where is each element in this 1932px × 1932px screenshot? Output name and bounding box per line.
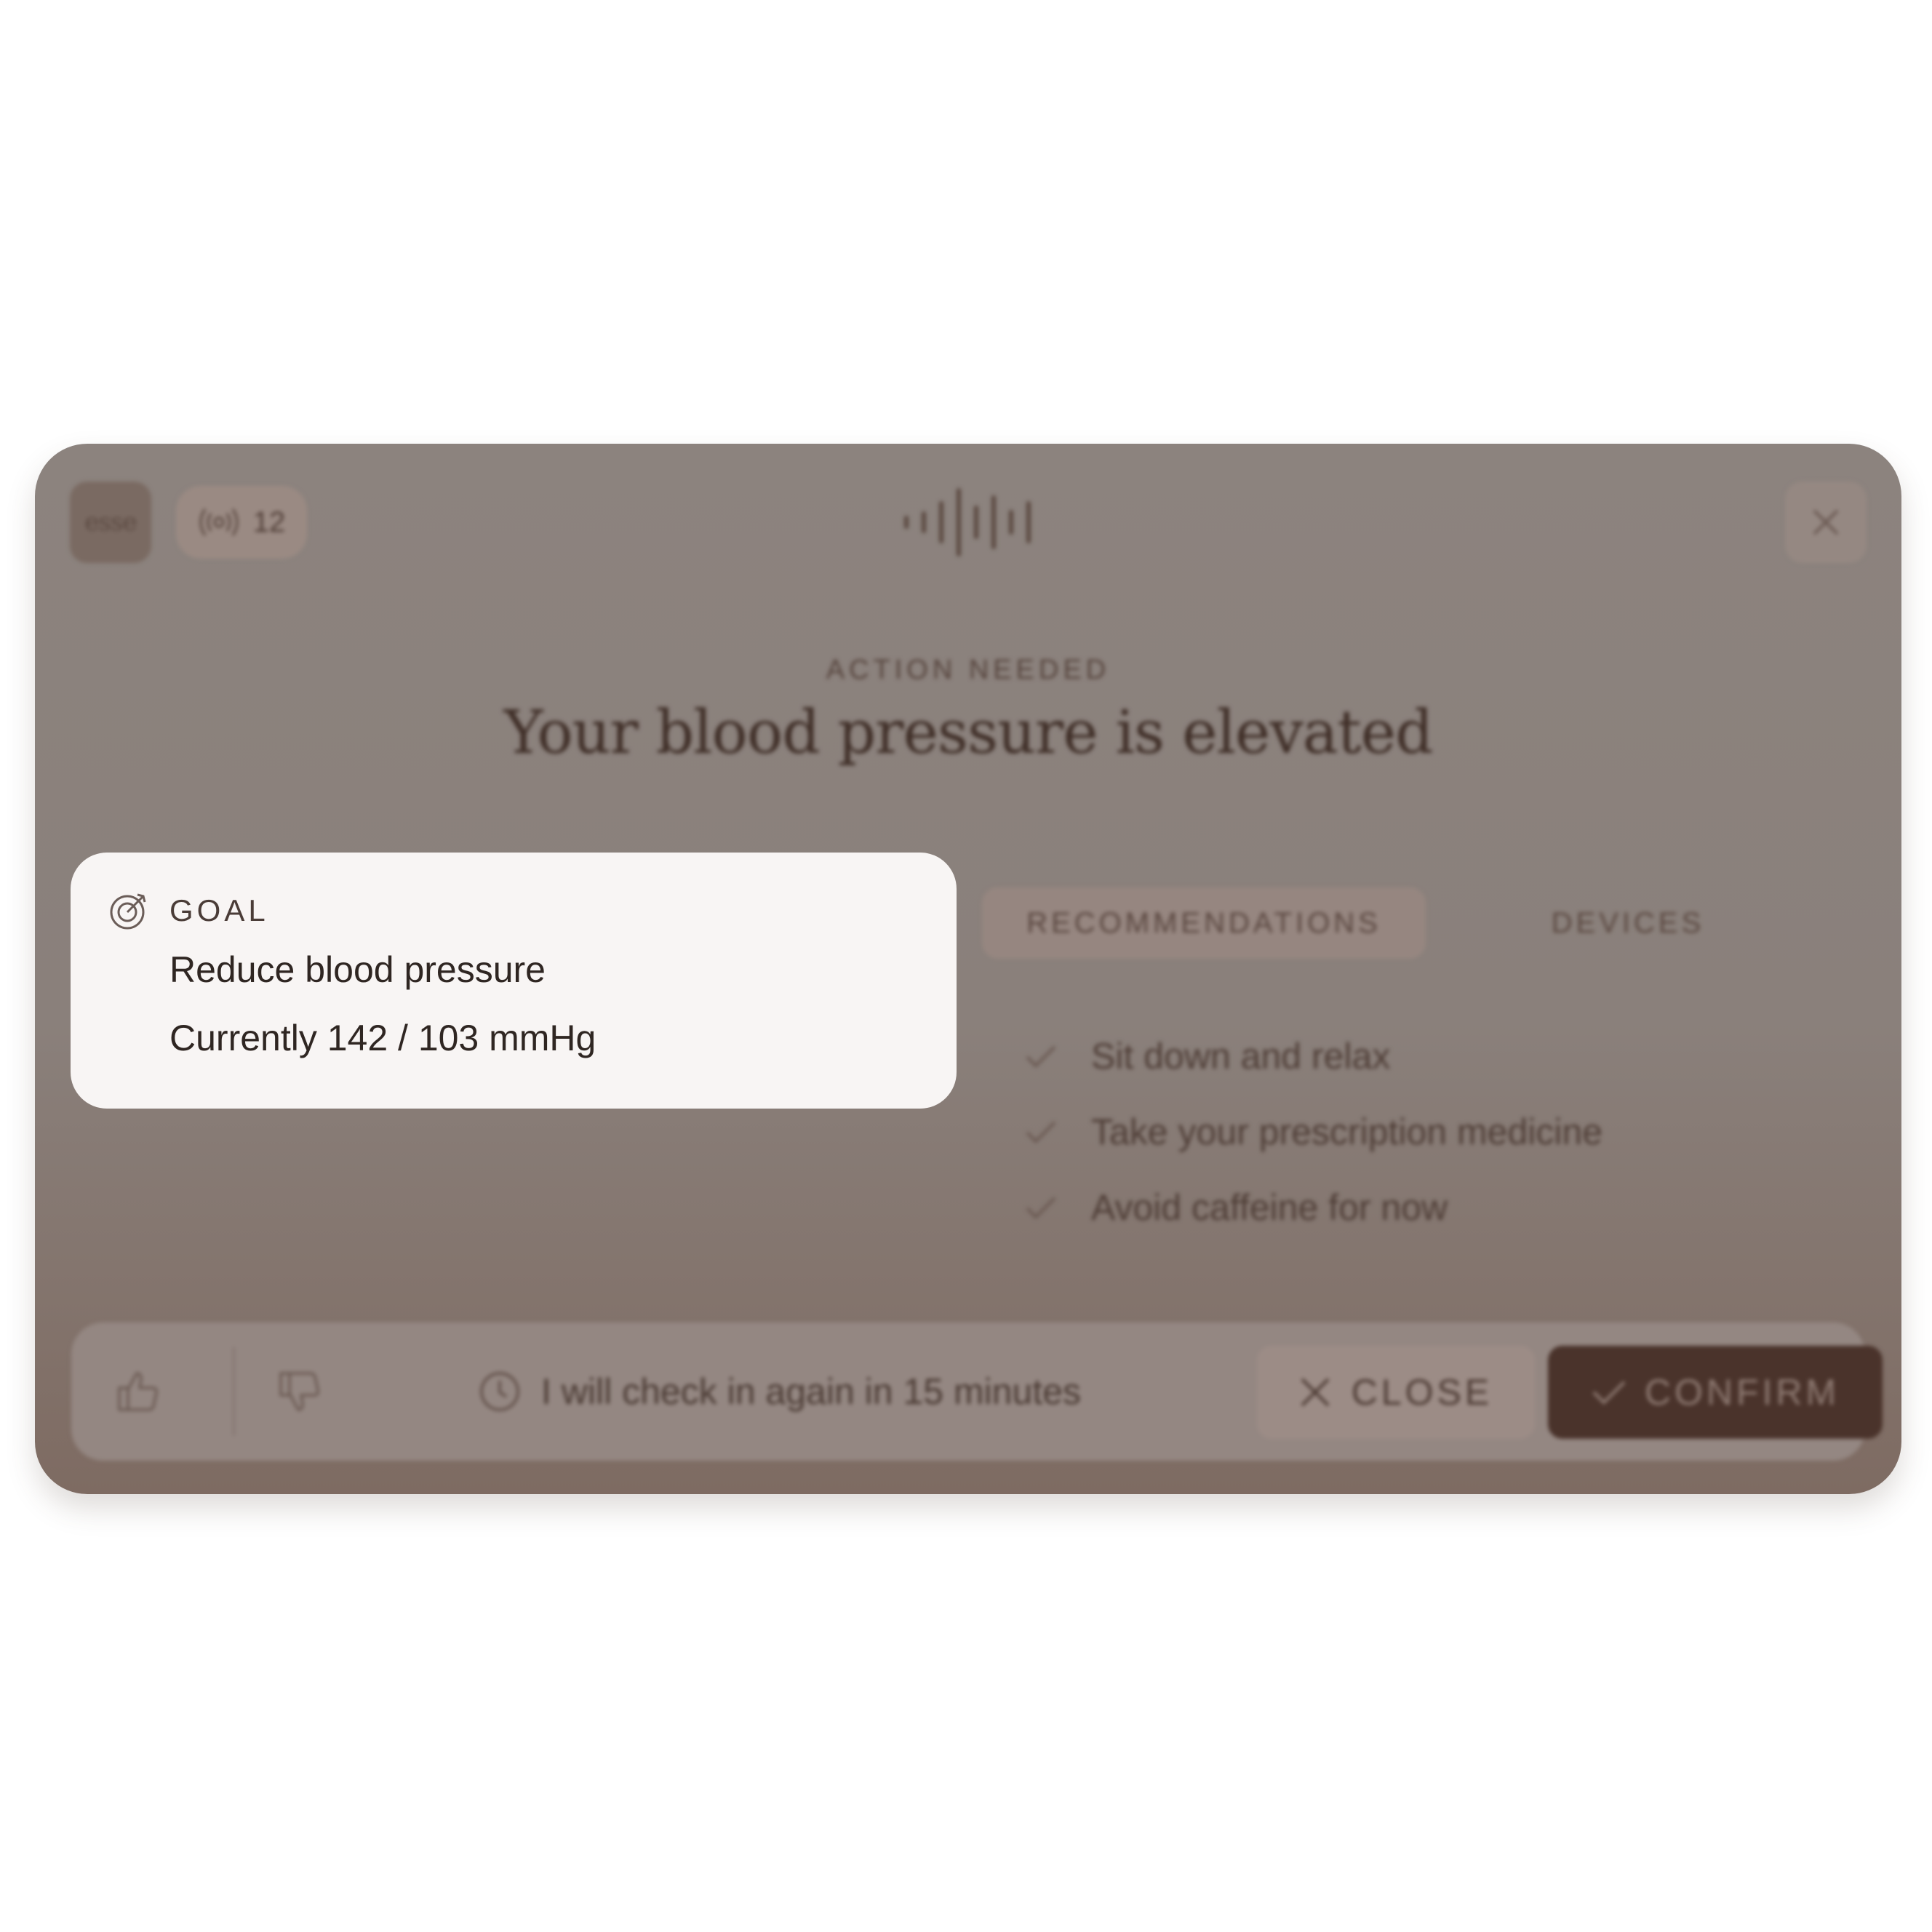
voice-waveform-icon xyxy=(904,488,1031,556)
recommendation-text: Sit down and relax xyxy=(1091,1036,1391,1077)
app-logo-text: esse xyxy=(84,508,137,537)
recommendation-list: Sit down and relax Take your prescriptio… xyxy=(1023,1018,1602,1245)
target-icon xyxy=(110,893,146,930)
signal-indicator[interactable]: 12 xyxy=(176,486,307,559)
check-icon xyxy=(1026,1121,1056,1143)
action-bar: I will check in again in 15 minutes CLOS… xyxy=(71,1322,1883,1461)
goal-title: Reduce blood pressure xyxy=(169,949,546,990)
app-logo: esse xyxy=(70,482,151,563)
check-icon xyxy=(1026,1045,1056,1068)
blood-pressure-reading: Currently 142 / 103 mmHg xyxy=(169,1018,596,1058)
recommendation-text: Avoid caffeine for now xyxy=(1091,1187,1448,1228)
checkin-text: I will check in again in 15 minutes xyxy=(541,1371,1082,1412)
clock-icon xyxy=(480,1372,519,1411)
list-item: Sit down and relax xyxy=(1023,1018,1602,1094)
alert-modal: esse 12 ACTION NEEDED Your blood pressur… xyxy=(35,444,1901,1494)
tab-recommendations[interactable]: RECOMMENDATIONS xyxy=(982,887,1426,959)
close-icon xyxy=(1301,1378,1330,1407)
alert-eyebrow: ACTION NEEDED xyxy=(826,655,1111,685)
check-icon xyxy=(1592,1381,1626,1405)
checkin-message: I will check in again in 15 minutes xyxy=(479,1322,1081,1461)
goal-label: GOAL xyxy=(169,893,269,927)
goal-card: GOAL Reduce blood pressure Currently 142… xyxy=(71,853,957,1109)
recommendation-text: Take your prescription medicine xyxy=(1091,1111,1603,1152)
close-icon xyxy=(1813,509,1839,535)
check-icon xyxy=(1026,1197,1056,1219)
signal-count: 12 xyxy=(252,506,286,538)
dismiss-button[interactable] xyxy=(1785,482,1867,563)
broadcast-icon xyxy=(199,508,239,536)
confirm-button[interactable]: CONFIRM xyxy=(1548,1346,1883,1439)
bar-divider xyxy=(233,1347,235,1436)
close-button[interactable]: CLOSE xyxy=(1257,1346,1535,1439)
close-button-label: CLOSE xyxy=(1351,1372,1493,1413)
thumbs-down-icon[interactable] xyxy=(274,1366,324,1417)
list-item: Take your prescription medicine xyxy=(1023,1094,1602,1170)
list-item: Avoid caffeine for now xyxy=(1023,1170,1602,1245)
alert-headline: Your blood pressure is elevated xyxy=(503,698,1433,767)
confirm-button-label: CONFIRM xyxy=(1644,1372,1840,1413)
thumbs-up-icon[interactable] xyxy=(112,1366,163,1417)
tab-devices[interactable]: DEVICES xyxy=(1519,887,1737,959)
